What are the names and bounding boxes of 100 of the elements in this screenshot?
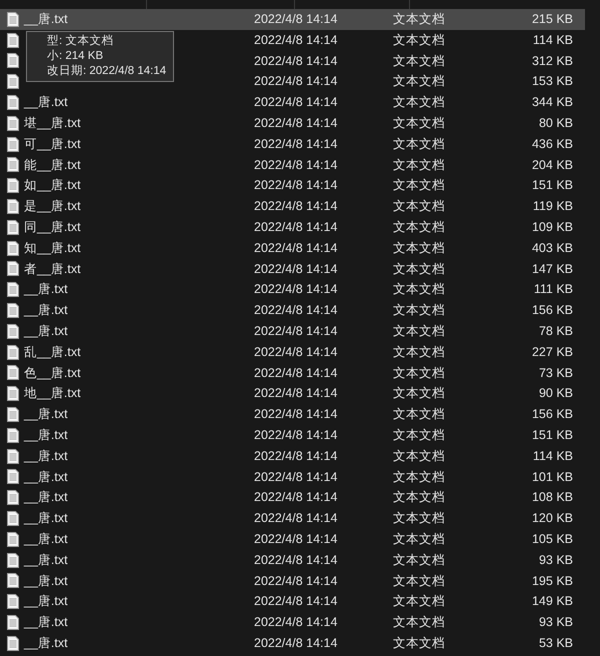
- text-file-icon: [7, 532, 19, 547]
- text-file-icon: [7, 636, 19, 651]
- file-name: 能__唐.txt: [24, 158, 81, 172]
- file-row[interactable]: 2022/4/8 14:14 文本文档 149 KB: [254, 591, 585, 612]
- file-row[interactable]: 2022/4/8 14:14 文本文档 436 KB: [254, 134, 585, 155]
- modified-date: 2022/4/8 14:14: [254, 615, 338, 630]
- text-file-icon: [7, 511, 19, 526]
- file-row[interactable]: 2022/4/8 14:14 文本文档 119 KB: [254, 196, 585, 217]
- file-type: 文本文档: [393, 470, 445, 484]
- text-file-icon: [7, 282, 19, 298]
- file-row[interactable]: 2022/4/8 14:14 文本文档 53 KB: [254, 632, 585, 654]
- file-name: __唐.txt: [24, 282, 68, 296]
- file-row[interactable]: 2022/4/8 14:14 文本文档 105 KB: [254, 528, 585, 550]
- modified-date: 2022/4/8 14:14: [254, 54, 338, 68]
- text-file-icon: [7, 32, 19, 48]
- file-row[interactable]: 2022/4/8 14:14 文本文档 114 KB: [254, 446, 585, 467]
- file-name: 如__唐.txt: [24, 178, 81, 192]
- file-row[interactable]: 2022/4/8 14:14 文本文档 78 KB: [254, 320, 585, 342]
- file-size: 93 KB: [538, 552, 573, 567]
- modified-date: 2022/4/8 14:14: [254, 344, 338, 359]
- file-name: __唐.txt: [24, 490, 68, 504]
- file-row[interactable]: 2022/4/8 14:14 文本文档 156 KB: [254, 300, 585, 321]
- file-row[interactable]: 2022/4/8 14:14 文本文档 101 KB: [254, 466, 585, 488]
- file-name: __唐.txt: [24, 428, 68, 442]
- file-row[interactable]: 2022/4/8 14:14 文本文档 109 KB: [254, 216, 585, 238]
- file-row[interactable]: 2022/4/8 14:14 文本文档 147 KB: [254, 258, 585, 280]
- text-file-icon: [7, 573, 19, 588]
- file-size: 101 KB: [532, 470, 573, 484]
- file-name: 同__唐.txt: [24, 220, 81, 234]
- text-file-icon: [7, 12, 19, 27]
- file-row[interactable]: 2022/4/8 14:14 文本文档 403 KB: [254, 238, 585, 259]
- file-size: 156 KB: [532, 407, 573, 422]
- file-row[interactable]: 2022/4/8 14:14 文本文档 151 KB: [254, 424, 585, 446]
- text-file-icon: [7, 386, 19, 402]
- file-name: __唐.txt: [24, 303, 68, 318]
- file-name: __唐.txt: [24, 407, 68, 422]
- file-name: __唐.txt: [24, 552, 68, 567]
- file-row[interactable]: 2022/4/8 14:14 文本文档 93 KB: [254, 612, 585, 633]
- file-row-name-part[interactable]: __唐.txt: [0, 9, 254, 30]
- file-size: 151 KB: [532, 178, 573, 192]
- file-row[interactable]: 2022/4/8 14:14 文本文档 120 KB: [254, 508, 585, 529]
- file-type: 文本文档: [393, 532, 445, 546]
- file-row[interactable]: 2022/4/8 14:14 文本文档 344 KB: [254, 92, 585, 113]
- text-file-icon: [7, 136, 19, 152]
- text-file-icon: [7, 344, 19, 360]
- file-name: __唐.txt: [24, 448, 68, 463]
- modified-date: 2022/4/8 14:14: [254, 636, 338, 650]
- file-size: 147 KB: [532, 262, 573, 276]
- file-size: 215 KB: [532, 12, 573, 26]
- file-type: 文本文档: [393, 366, 445, 380]
- file-type: 文本文档: [393, 116, 445, 130]
- file-name: __唐.txt: [24, 615, 68, 630]
- file-row[interactable]: 2022/4/8 14:14 文本文档 312 KB: [254, 50, 585, 72]
- text-file-icon: [7, 157, 19, 172]
- file-row[interactable]: 2022/4/8 14:14 文本文档 151 KB: [254, 175, 585, 196]
- text-file-icon: [7, 428, 19, 443]
- file-name: __唐.txt: [24, 636, 68, 650]
- modified-date: 2022/4/8 14:14: [254, 74, 338, 88]
- file-type: 文本文档: [393, 178, 445, 192]
- modified-date: 2022/4/8 14:14: [254, 594, 338, 608]
- file-row[interactable]: 2022/4/8 14:14 文本文档 156 KB: [254, 404, 585, 425]
- file-row[interactable]: 2022/4/8 14:14 文本文档 195 KB: [254, 570, 585, 592]
- file-name: 知__唐.txt: [24, 240, 81, 255]
- file-type: 文本文档: [393, 407, 445, 422]
- file-type: 文本文档: [393, 136, 445, 151]
- file-type: 文本文档: [393, 615, 445, 630]
- file-name: 是__唐.txt: [24, 199, 81, 214]
- file-name: __唐.txt: [24, 324, 68, 338]
- text-file-icon: [7, 53, 19, 68]
- file-row[interactable]: 2022/4/8 14:14 文本文档 108 KB: [254, 487, 585, 508]
- file-size: 109 KB: [532, 220, 573, 234]
- file-row[interactable]: 2022/4/8 14:14 文本文档 215 KB: [254, 9, 585, 30]
- file-name: 堪__唐.txt: [24, 116, 81, 130]
- file-row[interactable]: 2022/4/8 14:14 文本文档 227 KB: [254, 342, 585, 363]
- file-row[interactable]: 2022/4/8 14:14 文本文档 114 KB: [254, 30, 585, 51]
- text-file-icon: [7, 324, 19, 339]
- file-row[interactable]: 2022/4/8 14:14 文本文档 90 KB: [254, 383, 585, 404]
- file-name: __唐.txt: [24, 574, 68, 588]
- text-file-icon: [7, 199, 19, 214]
- modified-date: 2022/4/8 14:14: [254, 158, 338, 172]
- file-row[interactable]: 2022/4/8 14:14 文本文档 80 KB: [254, 112, 585, 134]
- file-row[interactable]: 2022/4/8 14:14 文本文档 73 KB: [254, 362, 585, 384]
- file-type: 文本文档: [393, 32, 445, 47]
- file-type: 文本文档: [393, 428, 445, 442]
- modified-date: 2022/4/8 14:14: [254, 511, 338, 526]
- text-file-icon: [7, 95, 19, 110]
- file-name: 色__唐.txt: [24, 366, 81, 380]
- text-file-icon: [7, 448, 19, 464]
- file-type: 文本文档: [393, 240, 445, 255]
- text-file-icon: [7, 116, 19, 131]
- modified-date: 2022/4/8 14:14: [254, 262, 338, 276]
- file-name: 可__唐.txt: [24, 136, 81, 151]
- file-row[interactable]: 2022/4/8 14:14 文本文档 153 KB: [254, 71, 585, 92]
- file-row[interactable]: 2022/4/8 14:14 文本文档 204 KB: [254, 154, 585, 176]
- file-row[interactable]: 2022/4/8 14:14 文本文档 111 KB: [254, 279, 585, 300]
- file-type: 文本文档: [393, 344, 445, 359]
- file-size: 111 KB: [534, 282, 573, 296]
- file-type: 文本文档: [393, 574, 445, 588]
- file-row[interactable]: 2022/4/8 14:14 文本文档 93 KB: [254, 550, 585, 571]
- text-file-icon: [7, 594, 19, 610]
